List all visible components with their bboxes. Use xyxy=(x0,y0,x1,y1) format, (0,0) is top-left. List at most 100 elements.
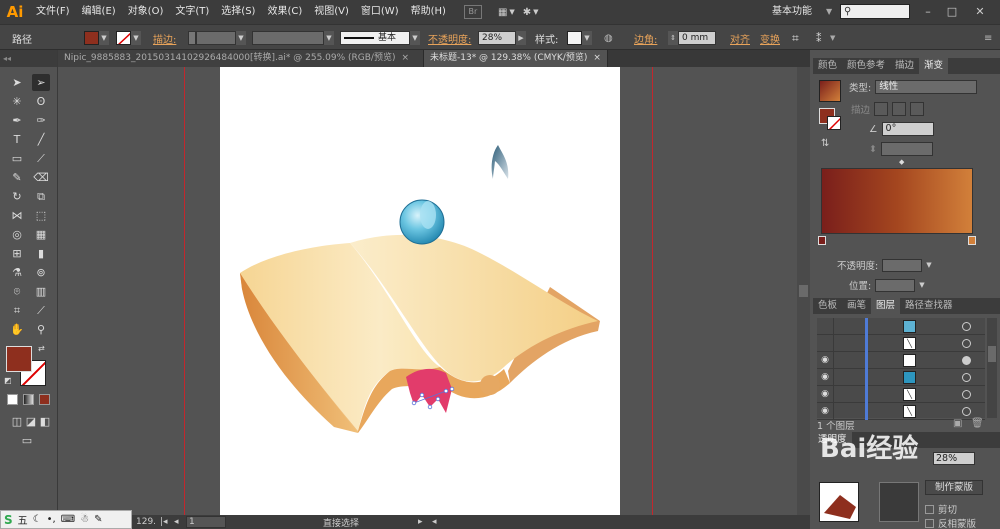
tab-layers[interactable]: 图层 xyxy=(871,298,901,314)
tools-panel-header[interactable]: ◂◂ xyxy=(0,50,57,67)
target-icon[interactable] xyxy=(962,322,971,331)
scrollbar-thumb[interactable] xyxy=(799,285,808,297)
moon-icon[interactable]: ☾ xyxy=(33,514,42,525)
swap-colors-icon[interactable]: ⇄ xyxy=(38,344,45,353)
collapse-icon[interactable]: ◂◂ xyxy=(3,54,11,63)
layers-scrollbar[interactable] xyxy=(987,318,997,418)
scale-tool-icon[interactable]: ⧉ xyxy=(32,188,50,205)
arrange-documents-button[interactable]: ▦ ▼ ✱ ▼ xyxy=(498,7,539,18)
direct-selection-tool-icon[interactable]: ➢ xyxy=(32,74,50,91)
layer-row[interactable]: ◉ xyxy=(817,351,985,369)
bridge-button[interactable]: Br xyxy=(463,5,482,19)
lock-toggle[interactable] xyxy=(833,402,849,420)
opacity-dropdown[interactable]: 28% ▶ xyxy=(478,29,526,47)
lock-toggle[interactable] xyxy=(833,351,849,369)
search-input[interactable]: ⚲ xyxy=(840,4,910,19)
stroke-option-icon[interactable] xyxy=(892,102,907,116)
target-icon[interactable] xyxy=(962,407,971,416)
slice-tool-icon[interactable]: ⟋ xyxy=(32,302,50,319)
tab-color-guide[interactable]: 颜色参考 xyxy=(842,58,890,74)
shape-builder-tool-icon[interactable]: ◎ xyxy=(8,226,26,243)
eye-icon[interactable]: ◉ xyxy=(817,372,833,382)
chevron-down-icon[interactable]: ▼ xyxy=(131,31,141,45)
lock-toggle[interactable] xyxy=(833,385,849,403)
style-swatch[interactable] xyxy=(567,31,582,45)
pen-tool-icon[interactable]: ✒ xyxy=(8,112,26,129)
menu-icon[interactable]: ≡ xyxy=(984,29,992,47)
zoom-tool-icon[interactable]: ⚲ xyxy=(32,321,50,338)
menu-file[interactable]: 文件(F) xyxy=(30,0,76,24)
mesh-tool-icon[interactable]: ⊞ xyxy=(8,245,26,262)
opacity-field[interactable]: 28% xyxy=(478,31,516,45)
layer-row[interactable]: ╲ xyxy=(817,334,985,352)
chevron-down-icon[interactable]: ▼ xyxy=(99,31,109,45)
lock-toggle[interactable] xyxy=(833,317,849,335)
page-number[interactable]: 1 xyxy=(186,516,226,528)
fill-swatch-dropdown[interactable]: ▼ xyxy=(84,29,109,47)
stroke-none-swatch[interactable] xyxy=(827,116,841,130)
align-button[interactable]: 对齐 xyxy=(730,29,750,47)
tab-gradient[interactable]: 渐变 xyxy=(919,58,949,74)
prev-page-button[interactable]: ◂ xyxy=(174,517,179,527)
tools-icon[interactable]: ✎ xyxy=(94,514,102,525)
width-tool-icon[interactable]: ⋈ xyxy=(8,207,26,224)
tab-swatches[interactable]: 色板 xyxy=(813,298,842,314)
selection-tool-icon[interactable]: ➤ xyxy=(8,74,26,91)
transform-button[interactable]: 变换 xyxy=(760,29,780,47)
brush-definition-dropdown[interactable]: 基本 ▼ xyxy=(340,29,420,47)
stroke-swatch-dropdown[interactable]: ▼ xyxy=(116,29,141,47)
stroke-option-icon[interactable] xyxy=(910,102,925,116)
rotate-tool-icon[interactable]: ↻ xyxy=(8,188,26,205)
chevron-down-icon[interactable]: ▼ xyxy=(582,31,592,45)
corner-label[interactable]: 边角: xyxy=(634,29,657,47)
free-transform-tool-icon[interactable]: ⬚ xyxy=(32,207,50,224)
chevron-right-icon[interactable]: ▶ xyxy=(516,31,526,45)
menu-effect[interactable]: 效果(C) xyxy=(261,0,308,24)
corner-field[interactable]: 0 mm xyxy=(678,31,716,45)
draw-inside-icon[interactable]: ◧ xyxy=(36,413,54,430)
menu-window[interactable]: 窗口(W) xyxy=(355,0,405,24)
gradient-type-dropdown[interactable]: 线性 xyxy=(875,80,978,94)
rectangle-tool-icon[interactable]: ▭ xyxy=(8,150,26,167)
eye-icon[interactable]: ◉ xyxy=(817,355,833,365)
corner-stepper[interactable]: ⇕ 0 mm xyxy=(668,29,716,47)
tab-nipic-document[interactable]: Nipic_9885883_20150314102926484000[转换].a… xyxy=(58,50,424,67)
make-mask-button[interactable]: 制作蒙版 xyxy=(925,480,983,495)
fill-color-box[interactable] xyxy=(6,346,32,372)
stroke-weight-dropdown[interactable]: ▼ xyxy=(188,29,246,47)
isolate-icon[interactable]: ⌗ xyxy=(792,29,799,47)
clip-checkbox-row[interactable]: 剪切 xyxy=(925,502,957,516)
target-icon[interactable] xyxy=(962,373,971,382)
menu-help[interactable]: 帮助(H) xyxy=(405,0,452,24)
invert-mask-row[interactable]: 反相蒙版 xyxy=(925,516,976,529)
punctuation-icon[interactable]: •, xyxy=(47,514,56,525)
layer-row[interactable] xyxy=(817,317,985,335)
screen-mode-icon[interactable]: ▭ xyxy=(18,432,36,449)
eyedropper-tool-icon[interactable]: ⚗ xyxy=(8,264,26,281)
color-mode-icon[interactable] xyxy=(7,394,18,405)
menu-type[interactable]: 文字(T) xyxy=(169,0,215,24)
menu-object[interactable]: 对象(O) xyxy=(122,0,170,24)
status-menu-icon[interactable]: ▸ xyxy=(418,517,423,527)
chevron-down-icon[interactable]: ▼ xyxy=(826,7,832,16)
close-button[interactable]: ✕ xyxy=(972,4,988,19)
menu-edit[interactable]: 编辑(E) xyxy=(76,0,122,24)
hand-tool-icon[interactable]: ✋ xyxy=(8,321,26,338)
curvature-tool-icon[interactable]: ✑ xyxy=(32,112,50,129)
close-icon[interactable]: × xyxy=(593,50,601,67)
gradient-mode-icon[interactable] xyxy=(23,394,34,405)
chevron-down-icon[interactable]: ▼ xyxy=(324,31,334,45)
minimize-button[interactable]: – xyxy=(920,4,936,19)
aspect-ratio-field[interactable] xyxy=(880,142,933,156)
fill-swatch[interactable] xyxy=(84,31,99,45)
layer-row[interactable]: ◉ ╲ xyxy=(817,385,985,403)
layer-row[interactable]: ◉ xyxy=(817,368,985,386)
paintbrush-tool-icon[interactable]: ⟋ xyxy=(32,150,50,167)
chevron-down-icon[interactable]: ▼ xyxy=(236,31,246,45)
stroke-none-swatch[interactable] xyxy=(116,31,131,45)
tab-color[interactable]: 颜色 xyxy=(813,58,842,74)
menu-view[interactable]: 视图(V) xyxy=(308,0,355,24)
style-dropdown[interactable]: ▼ xyxy=(567,29,592,47)
eye-icon[interactable]: ◉ xyxy=(817,389,833,399)
chevron-down-icon[interactable]: ▼ xyxy=(410,31,420,45)
